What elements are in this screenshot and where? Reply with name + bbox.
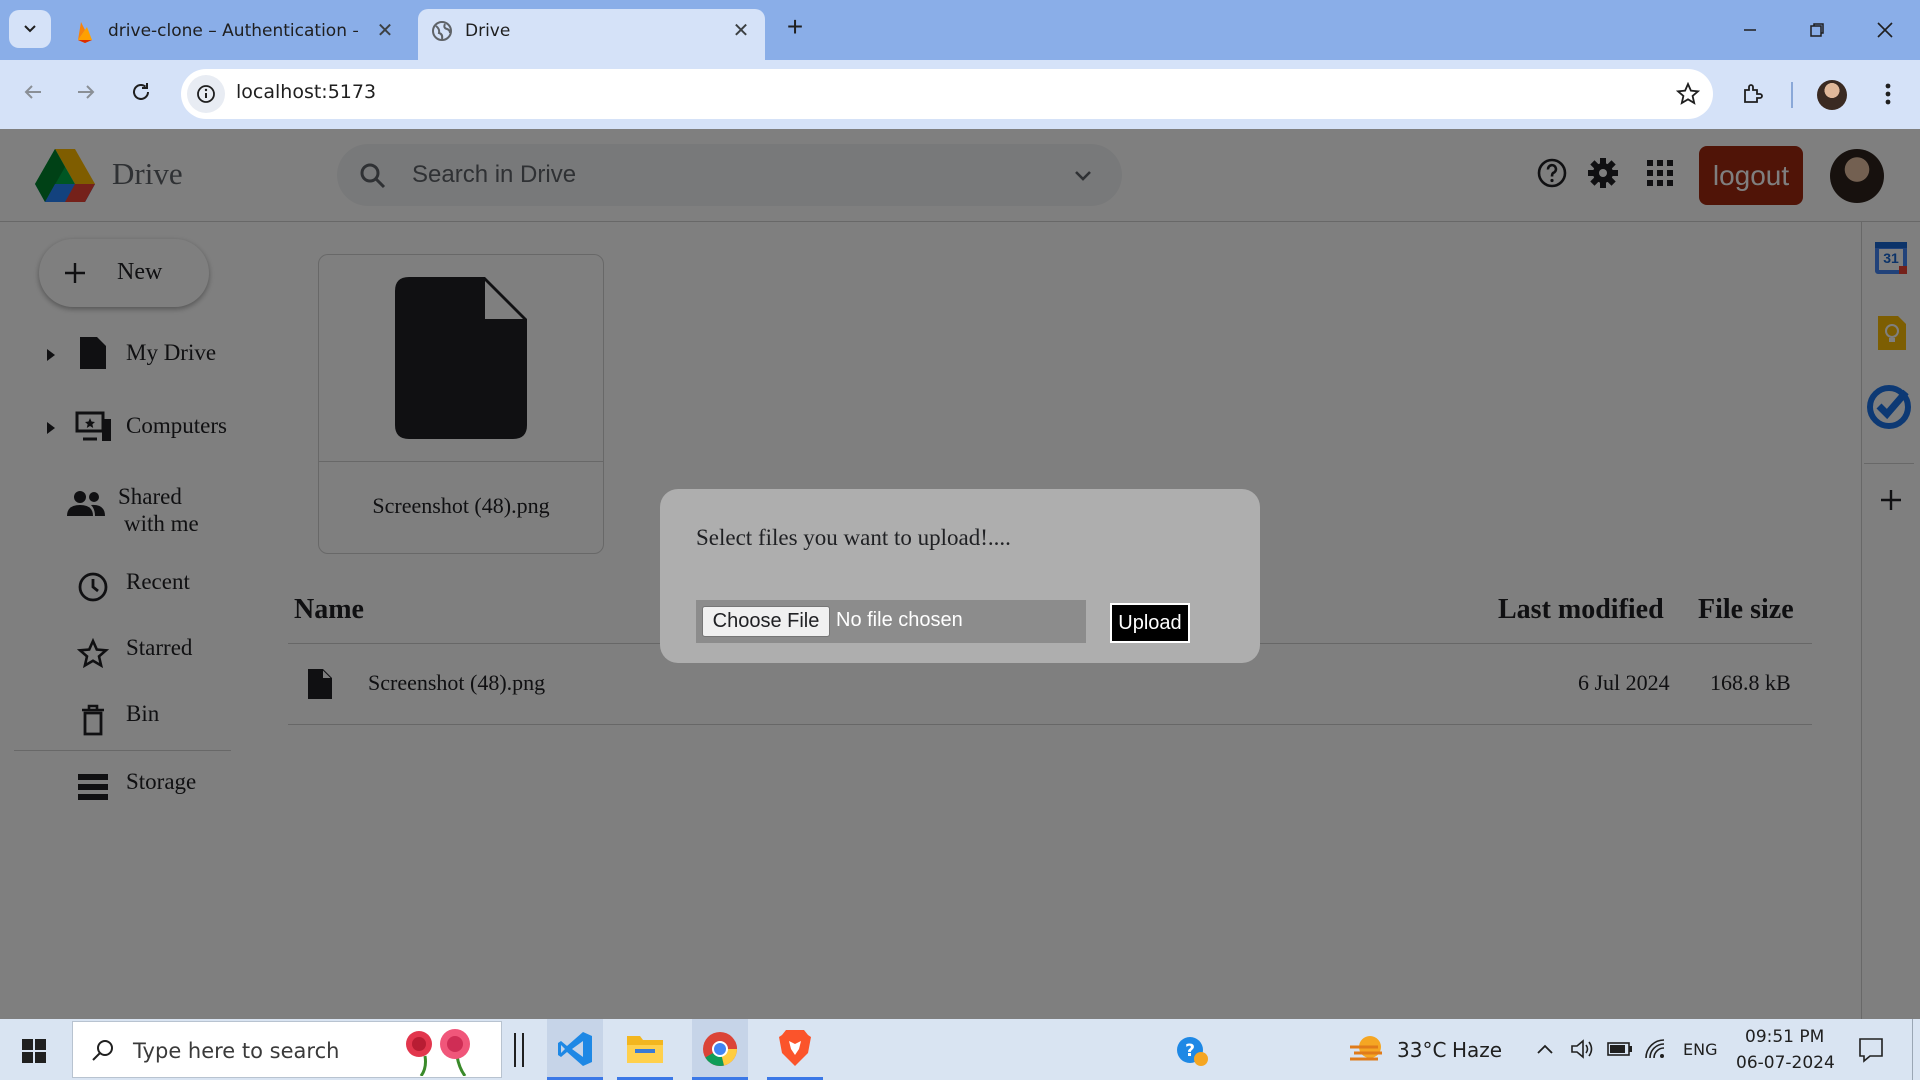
new-tab-icon[interactable]: + [780, 11, 810, 42]
no-file-chosen-label: No file chosen [836, 609, 963, 631]
close-icon[interactable]: ✕ [372, 17, 398, 43]
address-bar[interactable]: localhost:5173 [181, 69, 1713, 119]
taskbar-search-input[interactable]: Type here to search [133, 1039, 339, 1063]
globe-icon [432, 21, 452, 41]
weather-haze-icon[interactable] [1348, 1033, 1386, 1065]
url-text: localhost:5173 [236, 81, 377, 103]
forward-icon[interactable] [68, 74, 104, 110]
taskbar-app-brave[interactable] [767, 1019, 823, 1080]
toolbar-divider [1791, 82, 1793, 108]
tab-firebase[interactable]: drive-clone – Authentication – F ✕ [62, 9, 412, 60]
browser-menu-icon[interactable] [1873, 76, 1903, 112]
chrome-icon [703, 1032, 737, 1066]
roses-icon [406, 1029, 470, 1076]
notifications-icon[interactable] [1858, 1037, 1884, 1063]
reload-icon[interactable] [123, 74, 159, 110]
chevron-up-icon[interactable] [1536, 1042, 1554, 1056]
clock-time[interactable]: 09:51 PM [1745, 1027, 1824, 1047]
choose-file-button[interactable]: Choose File [702, 606, 830, 637]
taskbar-app-explorer[interactable] [617, 1019, 673, 1080]
vscode-icon [558, 1032, 592, 1066]
language-indicator[interactable]: ENG [1683, 1040, 1717, 1059]
search-icon [92, 1040, 113, 1061]
clock-date[interactable]: 06-07-2024 [1736, 1053, 1835, 1073]
extensions-icon[interactable] [1735, 76, 1771, 112]
brave-icon [779, 1030, 811, 1066]
upload-button[interactable]: Upload [1110, 603, 1190, 643]
chevron-down-icon [24, 25, 36, 33]
svg-text:?: ? [1185, 1041, 1195, 1061]
volume-icon[interactable] [1570, 1038, 1594, 1060]
taskbar-app-chrome[interactable] [692, 1019, 748, 1080]
minimize-icon[interactable] [1730, 10, 1770, 50]
help-tips-icon[interactable]: ? [1175, 1035, 1209, 1067]
tab-title: Drive [465, 21, 511, 41]
taskbar-search-box[interactable]: Type here to search [72, 1021, 502, 1078]
weather-temperature[interactable]: 33°C [1397, 1038, 1446, 1062]
taskbar-app-vscode[interactable] [547, 1019, 603, 1080]
battery-icon[interactable] [1607, 1040, 1633, 1058]
tab-drive[interactable]: Drive ✕ [418, 9, 765, 60]
profile-avatar[interactable] [1817, 80, 1847, 110]
bookmark-star-icon[interactable] [1671, 77, 1705, 111]
tab-search-button[interactable] [9, 10, 51, 48]
restore-icon[interactable] [1797, 10, 1837, 50]
site-info-icon[interactable] [187, 75, 225, 113]
upload-dialog: Select files you want to upload!.... Cho… [660, 489, 1260, 663]
weather-description[interactable]: Haze [1452, 1038, 1502, 1062]
firebase-icon [78, 22, 92, 43]
tab-title: drive-clone – Authentication – F [108, 21, 358, 41]
windows-taskbar: Type here to search ? 33°C Haze ENG 09:5… [0, 1019, 1920, 1080]
show-desktop-strip[interactable] [1912, 1019, 1913, 1080]
folder-icon [627, 1036, 663, 1063]
dialog-message: Select files you want to upload!.... [696, 525, 1011, 550]
task-view-icon[interactable] [514, 1033, 524, 1067]
file-input[interactable]: Choose File No file chosen [696, 600, 1086, 643]
windows-start-icon[interactable] [22, 1039, 46, 1063]
window-close-icon[interactable] [1865, 10, 1905, 50]
back-icon[interactable] [15, 74, 51, 110]
close-icon[interactable]: ✕ [728, 17, 754, 43]
browser-tab-strip: drive-clone – Authentication – F ✕ Drive… [0, 0, 1920, 60]
wifi-icon[interactable] [1644, 1038, 1668, 1060]
